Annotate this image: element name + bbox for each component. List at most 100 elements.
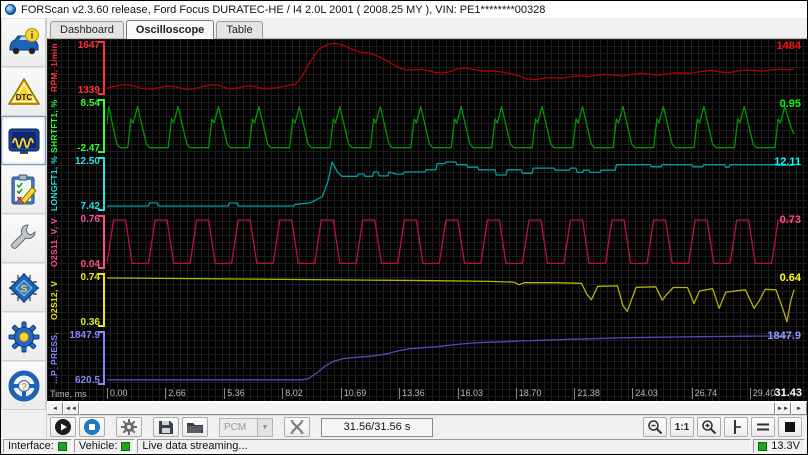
tab-bar: Dashboard Oscilloscope Table: [47, 18, 807, 39]
time-tick: 5.36: [224, 388, 245, 399]
channel-trace: [107, 39, 807, 97]
tests-clipboard-icon: [9, 174, 39, 206]
svg-text:DTC: DTC: [15, 93, 32, 102]
cursor-marker-icon: [729, 419, 743, 435]
tab-oscilloscope[interactable]: Oscilloscope: [126, 20, 214, 39]
channel-plot: 0.95: [107, 97, 807, 155]
time-tick: 2.66: [165, 388, 186, 399]
interface-status: Interface:: [3, 439, 72, 453]
scope-settings-button[interactable]: [116, 417, 142, 437]
channel-name-label: O2S11_V, V: [47, 213, 61, 271]
time-tick: 29.40: [750, 388, 776, 399]
zoom-in-button[interactable]: [697, 417, 721, 437]
channel-band-map_press: ...P_PRESS, kPa1847.9620.51847.9: [47, 329, 807, 387]
channel-minmax: 1647 1339: [61, 39, 103, 97]
steering-wheel-help-icon: ?: [8, 370, 40, 402]
channel-stack: RPM, 1/min164713391484SHRTFT1, %8.54-2.4…: [47, 39, 807, 387]
svg-text:?: ?: [20, 382, 26, 393]
svg-text:i: i: [30, 30, 33, 41]
channel-band-longft1: LONGFT1, %12.507.4212.11: [47, 155, 807, 213]
title-bar: FORScan v2.3.60 release, Ford Focus DURA…: [1, 1, 807, 18]
module-select[interactable]: PCM ▼: [219, 418, 273, 437]
chip-icon: S: [7, 271, 41, 305]
sidebar-item-about[interactable]: ?: [1, 361, 46, 410]
scrollbar-thumb[interactable]: [79, 402, 775, 415]
zoom-out-button[interactable]: [643, 417, 667, 437]
scroll-left-icon[interactable]: ◄: [47, 402, 63, 415]
time-tick: 16.03: [458, 388, 484, 399]
channel-current-value: 0.95: [780, 98, 801, 110]
time-tick: 21.38: [574, 388, 600, 399]
wrench-icon: [8, 223, 40, 255]
time-tick: 26.74: [692, 388, 718, 399]
cut-button[interactable]: [284, 417, 310, 437]
app-window: FORScan v2.3.60 release, Ford Focus DURA…: [0, 0, 808, 455]
chevron-down-icon: ▼: [257, 419, 272, 436]
sidebar-item-tests[interactable]: [1, 165, 46, 214]
channel-name-label: O2S12, V: [47, 271, 61, 329]
open-button[interactable]: [182, 417, 208, 437]
sidebar-item-configuration[interactable]: S: [1, 263, 46, 312]
levels-button[interactable]: [751, 417, 775, 437]
sidebar-item-dtc[interactable]: DTC: [1, 67, 46, 116]
time-tick: 10.69: [341, 388, 367, 399]
save-button[interactable]: [153, 417, 179, 437]
vehicle-status: Vehicle:: [74, 439, 136, 453]
channel-minmax: 0.760.04: [61, 213, 103, 271]
channel-min-value: 1339: [78, 85, 100, 96]
channel-plot: 0.64: [107, 271, 807, 329]
channel-plot: 0.73: [107, 213, 807, 271]
play-button[interactable]: [50, 417, 76, 437]
channel-minmax: 0.740.36: [61, 271, 103, 329]
scroll-right-fast-icon[interactable]: ►►: [775, 402, 791, 415]
time-tick: 24.03: [632, 388, 658, 399]
channel-name-label: ...P_PRESS, kPa: [47, 329, 61, 387]
voltage-status-indicator: [758, 442, 767, 451]
sidebar-item-settings[interactable]: [1, 312, 46, 361]
vehicle-label: Vehicle:: [79, 440, 118, 452]
horizontal-lines-icon: [755, 421, 771, 433]
oscilloscope-panel: RPM, 1/min164713391484SHRTFT1, %8.54-2.4…: [47, 39, 807, 401]
solid-view-button[interactable]: [778, 417, 802, 437]
channel-name-label: SHRTFT1, %: [47, 97, 61, 155]
channel-plot: 1484: [107, 39, 807, 97]
status-bar: Interface: Vehicle: Live data streaming.…: [1, 438, 807, 454]
cut-icon: [289, 419, 305, 435]
save-icon: [158, 419, 174, 435]
time-tick: 18.70: [516, 388, 542, 399]
channel-max-value: 1647: [78, 40, 100, 51]
svg-text:S: S: [20, 284, 27, 295]
channel-trace: [107, 155, 807, 213]
channel-band-rpm: RPM, 1/min164713391484: [47, 39, 807, 97]
zoom-in-icon: [701, 419, 717, 435]
voltage-value: 13.3V: [771, 440, 800, 452]
sidebar-item-oscilloscope[interactable]: [1, 116, 46, 165]
scroll-right-icon[interactable]: ►: [791, 402, 807, 415]
sidebar-item-service[interactable]: [1, 214, 46, 263]
time-axis: Time, ms 0.002.665.368.0210.6913.3616.03…: [47, 387, 807, 401]
oscilloscope-icon: [7, 126, 41, 156]
time-tick: 8.02: [282, 388, 303, 399]
stop-button[interactable]: [79, 417, 105, 437]
interface-status-indicator: [58, 442, 67, 451]
time-ticks: 0.002.665.368.0210.6913.3616.0318.7021.3…: [107, 387, 807, 401]
time-end-label: 31.43: [774, 387, 802, 399]
sidebar-item-vehicle-info[interactable]: i: [1, 18, 46, 67]
status-message: Live data streaming...: [137, 439, 751, 453]
zoom-ratio-button[interactable]: 1:1: [670, 417, 694, 437]
tab-table[interactable]: Table: [216, 21, 262, 38]
tab-dashboard[interactable]: Dashboard: [50, 21, 124, 38]
channel-trace: [107, 271, 807, 329]
channel-band-o2s11: O2S11_V, V0.760.040.73: [47, 213, 807, 271]
scroll-left-fast-icon[interactable]: ◄◄: [63, 402, 79, 415]
channel-current-value: 1847.9: [767, 330, 801, 342]
channel-band-o2s12: O2S12, V0.740.360.64: [47, 271, 807, 329]
gear-small-icon: [120, 418, 138, 436]
toolbar: PCM ▼ 31.56/31.56 s 1:1: [47, 415, 807, 438]
app-icon: [5, 4, 16, 15]
channel-minmax: 12.507.42: [61, 155, 103, 213]
window-title: FORScan v2.3.60 release, Ford Focus DURA…: [21, 4, 545, 16]
play-icon: [54, 418, 72, 436]
vehicle-status-indicator: [121, 442, 130, 451]
cursor-button[interactable]: [724, 417, 748, 437]
